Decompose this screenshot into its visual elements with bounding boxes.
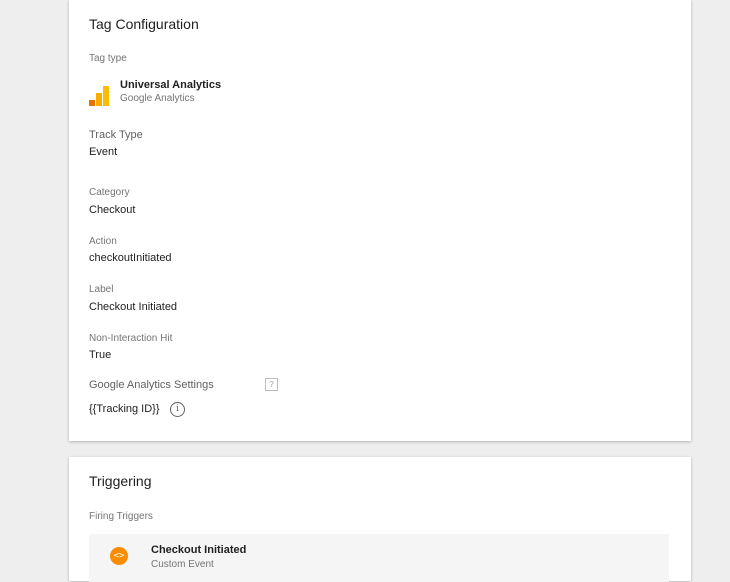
- trigger-name: Checkout Initiated: [151, 544, 247, 556]
- non-interaction-label: Non-Interaction Hit: [89, 333, 173, 344]
- custom-event-icon: <>: [110, 547, 128, 565]
- info-icon[interactable]: i: [170, 402, 185, 417]
- google-analytics-icon: [89, 86, 109, 106]
- action-label: Action: [89, 236, 117, 247]
- tag-configuration-title: Tag Configuration: [89, 16, 199, 32]
- category-label: Category: [89, 187, 130, 198]
- triggering-title: Triggering: [89, 473, 152, 489]
- firing-triggers-label: Firing Triggers: [89, 511, 153, 522]
- triggering-card[interactable]: Triggering Firing Triggers <> Checkout I…: [69, 457, 691, 582]
- tracking-id-value: {{Tracking ID}}: [89, 403, 160, 415]
- label-label: Label: [89, 284, 114, 295]
- trigger-type: Custom Event: [151, 559, 214, 570]
- ga-settings-label: Google Analytics Settings: [89, 379, 214, 391]
- label-value: Checkout Initiated: [89, 301, 178, 313]
- tag-type-label: Tag type: [89, 53, 127, 64]
- trigger-row[interactable]: <> Checkout Initiated Custom Event: [89, 534, 669, 582]
- action-value: checkoutInitiated: [89, 252, 172, 264]
- category-value: Checkout: [89, 204, 136, 216]
- track-type-label: Track Type: [89, 129, 143, 141]
- tag-type-name: Universal Analytics: [120, 79, 222, 91]
- tag-configuration-card[interactable]: Tag Configuration Tag type Universal Ana…: [69, 0, 691, 441]
- help-icon[interactable]: ?: [265, 378, 278, 391]
- track-type-value: Event: [89, 146, 118, 158]
- tag-type-subtitle: Google Analytics: [120, 93, 195, 104]
- non-interaction-value: True: [89, 349, 112, 361]
